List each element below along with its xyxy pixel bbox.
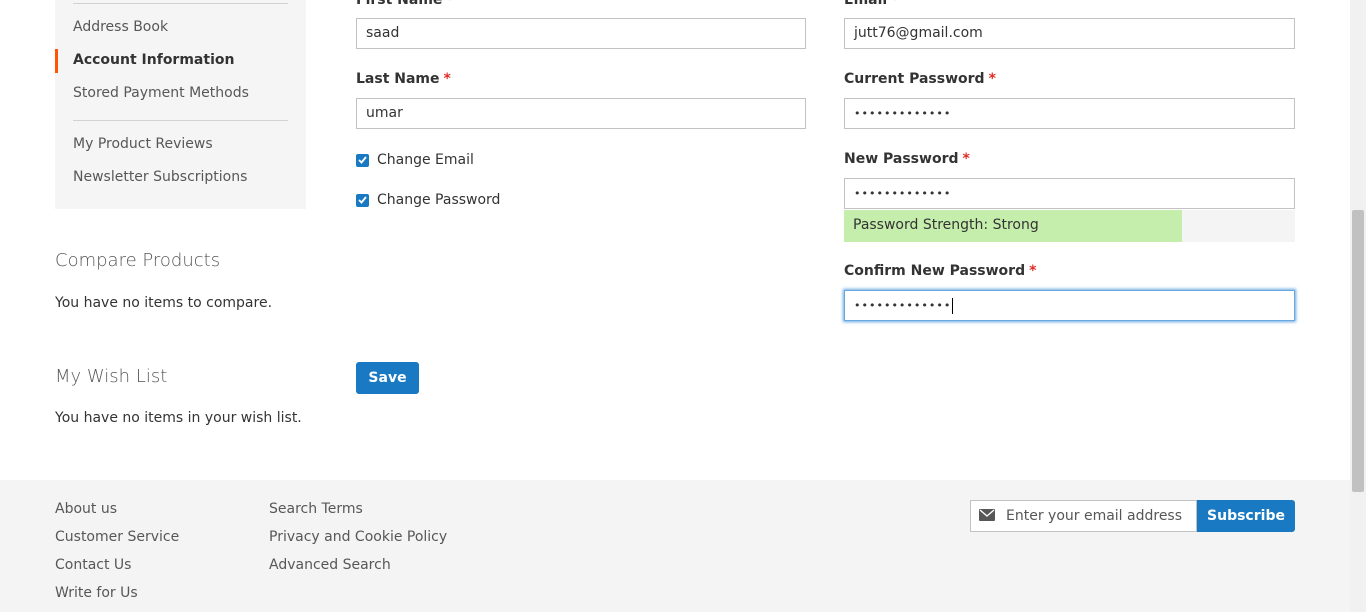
confirm-password-label: Confirm New Password * — [844, 263, 1037, 279]
footer-link-contact-us[interactable]: Contact Us — [55, 557, 131, 573]
change-email-label[interactable]: Change Email — [377, 152, 474, 168]
footer-link-customer-service[interactable]: Customer Service — [55, 529, 179, 545]
first-name-label: First Name * — [356, 0, 454, 8]
page-footer: About us Customer Service Contact Us Wri… — [0, 480, 1350, 612]
text-caret — [952, 298, 954, 314]
last-name-input[interactable]: umar — [356, 98, 806, 129]
current-password-input[interactable]: ••••••••••••• — [844, 98, 1295, 129]
sidebar-item-address-book[interactable]: Address Book — [73, 19, 168, 35]
confirm-password-input[interactable]: ••••••••••••• — [844, 290, 1295, 321]
footer-link-privacy-policy[interactable]: Privacy and Cookie Policy — [269, 529, 447, 545]
email-label: Email * — [844, 0, 899, 8]
password-strength-meter: Password Strength: Strong — [844, 210, 1295, 242]
checkmark-icon — [358, 156, 367, 164]
footer-link-advanced-search[interactable]: Advanced Search — [269, 557, 391, 573]
scrollbar-thumb[interactable] — [1352, 210, 1364, 492]
new-password-input[interactable]: ••••••••••••• — [844, 178, 1295, 209]
change-email-option[interactable]: Change Email — [356, 150, 474, 170]
newsletter-email-input[interactable]: Enter your email address — [970, 500, 1197, 532]
wishlist-empty-text: You have no items in your wish list. — [55, 410, 302, 426]
compare-products-title: Compare Products — [55, 250, 221, 271]
account-nav: Address Book Account Information Stored … — [55, 0, 306, 209]
first-name-input[interactable]: saad — [356, 18, 806, 49]
footer-link-about-us[interactable]: About us — [55, 501, 117, 517]
required-marker: * — [446, 0, 454, 8]
nav-divider — [73, 3, 288, 4]
sidebar-item-newsletter-subscriptions[interactable]: Newsletter Subscriptions — [73, 169, 247, 185]
last-name-label: Last Name * — [356, 71, 451, 87]
page-scrollbar[interactable] — [1350, 0, 1366, 612]
wishlist-title: My Wish List — [55, 366, 168, 387]
change-email-checkbox[interactable] — [356, 153, 369, 167]
nav-divider — [73, 120, 288, 121]
confirm-password-value: ••••••••••••• — [854, 299, 952, 312]
required-marker: * — [443, 71, 451, 87]
compare-empty-text: You have no items to compare. — [55, 295, 273, 311]
sidebar-item-my-product-reviews[interactable]: My Product Reviews — [73, 136, 213, 152]
subscribe-button[interactable]: Subscribe — [1197, 500, 1295, 532]
change-password-option[interactable]: Change Password — [356, 190, 500, 210]
envelope-icon — [979, 509, 995, 521]
active-indicator — [55, 49, 58, 73]
required-marker: * — [891, 0, 899, 8]
email-input[interactable]: jutt76@gmail.com — [844, 18, 1295, 49]
change-password-checkbox[interactable] — [356, 193, 369, 207]
new-password-label: New Password * — [844, 151, 970, 167]
footer-link-write-for-us[interactable]: Write for Us — [55, 585, 138, 601]
required-marker: * — [962, 151, 970, 167]
current-password-label: Current Password * — [844, 71, 996, 87]
sidebar-item-stored-payment-methods[interactable]: Stored Payment Methods — [73, 85, 249, 101]
sidebar-item-account-information[interactable]: Account Information — [73, 52, 234, 68]
newsletter-placeholder: Enter your email address — [1006, 508, 1183, 524]
checkmark-icon — [358, 196, 367, 204]
required-marker: * — [1029, 263, 1037, 279]
save-button[interactable]: Save — [356, 362, 419, 394]
required-marker: * — [988, 71, 996, 87]
change-password-label[interactable]: Change Password — [377, 192, 500, 208]
password-strength-text: Password Strength: Strong — [853, 217, 1039, 233]
footer-link-search-terms[interactable]: Search Terms — [269, 501, 363, 517]
